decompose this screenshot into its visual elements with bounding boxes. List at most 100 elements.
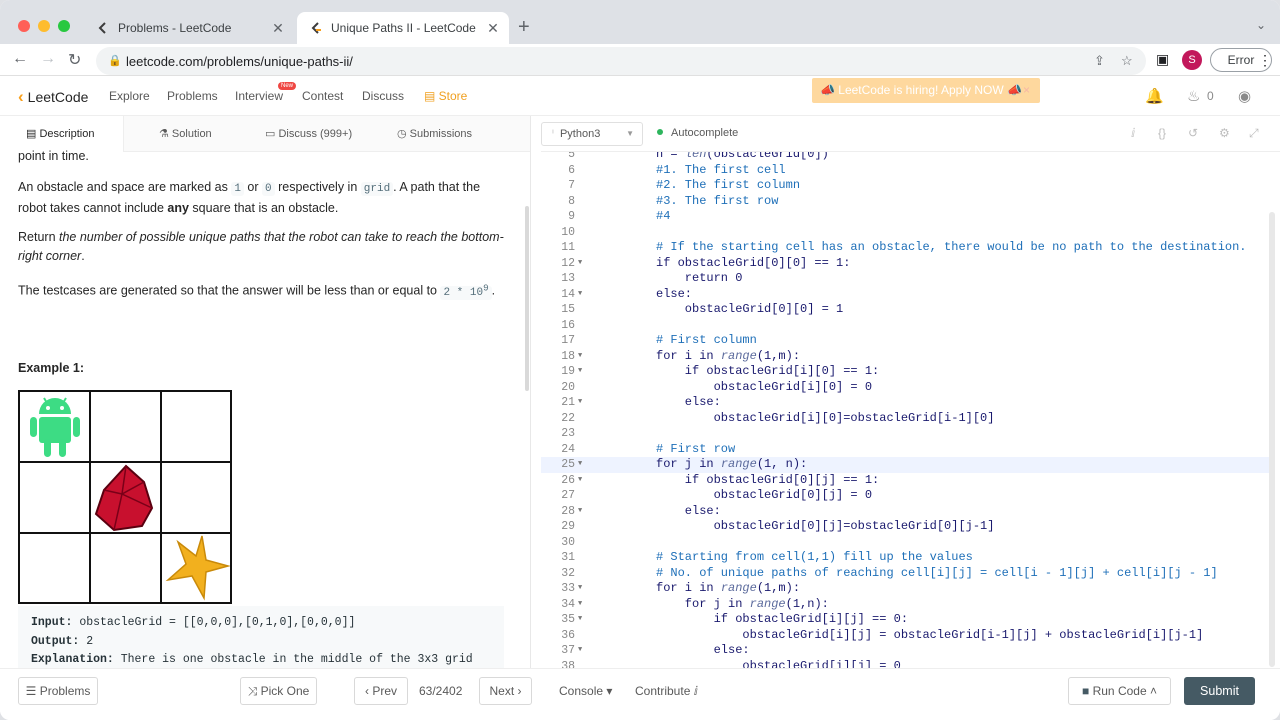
fold-arrow-icon[interactable]: ▼ bbox=[578, 287, 582, 303]
tab-description[interactable]: ▤ Description bbox=[26, 127, 94, 140]
code-text: # First row bbox=[656, 441, 736, 456]
fold-arrow-icon[interactable]: ▼ bbox=[578, 504, 582, 520]
fold-arrow-icon[interactable]: ▼ bbox=[578, 395, 582, 411]
maximize-window-button[interactable] bbox=[58, 20, 70, 32]
tab-label: Description bbox=[39, 128, 95, 140]
description-paragraph: An obstacle and space are marked as 1 or… bbox=[18, 180, 481, 215]
minimize-window-button[interactable] bbox=[38, 20, 50, 32]
fold-arrow-icon[interactable]: ▼ bbox=[578, 364, 582, 380]
code-line: 22 obstacleGrid[i][0]=obstacleGrid[i-1][… bbox=[541, 411, 1271, 427]
fold-arrow-icon[interactable]: ▼ bbox=[578, 581, 582, 597]
forward-arrow-icon[interactable]: → bbox=[40, 50, 56, 68]
fold-arrow-icon[interactable]: ▼ bbox=[578, 349, 582, 365]
bookmark-star-icon[interactable]: ☆ bbox=[1121, 53, 1133, 69]
line-number: 15 bbox=[561, 303, 575, 316]
sidebar-icon[interactable]: ▣ bbox=[1156, 51, 1169, 68]
close-tab-icon[interactable]: ✕ bbox=[483, 20, 503, 37]
code-line: 15 obstacleGrid[0][0] = 1 bbox=[541, 302, 1271, 318]
tab-search-chevron-icon[interactable]: ⌄ bbox=[1256, 18, 1266, 32]
button-label: Next bbox=[489, 684, 515, 698]
info-icon[interactable]: ⅈ bbox=[1131, 126, 1135, 140]
browser-tab-problems[interactable]: Problems - LeetCode ✕ bbox=[84, 12, 294, 44]
problems-list-button[interactable]: ☰ Problems bbox=[18, 677, 98, 705]
code-text: # No. of unique paths of reaching cell[i… bbox=[656, 565, 1218, 580]
settings-gear-icon[interactable]: ⚙ bbox=[1219, 126, 1230, 140]
close-tab-icon[interactable]: ✕ bbox=[268, 20, 288, 37]
code-line: 37 ▼ else: bbox=[541, 643, 1271, 659]
code-line: 9 #4 bbox=[541, 209, 1271, 225]
user-avatar-icon[interactable]: ◉ bbox=[1238, 87, 1251, 105]
console-label: Console bbox=[559, 684, 604, 698]
autocomplete-toggle[interactable]: Autocomplete bbox=[657, 127, 738, 139]
browser-tab-unique-paths[interactable]: Unique Paths II - LeetCode ✕ bbox=[297, 12, 509, 44]
code-text: obstacleGrid[i][j] = obstacleGrid[i-1][j… bbox=[656, 627, 1204, 642]
bottom-action-bar: ☰ Problems ⤨ Pick One ‹ Prev 63/2402 Nex… bbox=[0, 668, 1280, 720]
code-line: 19 ▼ if obstacleGrid[i][0] == 1: bbox=[541, 364, 1271, 380]
fold-arrow-icon[interactable]: ▼ bbox=[578, 473, 582, 489]
prev-button[interactable]: ‹ Prev bbox=[354, 677, 408, 705]
share-icon[interactable]: ⇪ bbox=[1094, 53, 1105, 69]
code-line: 27 obstacleGrid[0][j] = 0 bbox=[541, 488, 1271, 504]
braces-icon[interactable]: {} bbox=[1158, 126, 1166, 140]
code-editor[interactable]: 5 n = len(obstacleGrid[0]) 6 #1. The first … bbox=[541, 152, 1271, 668]
tab-solution[interactable]: ⚗ Solution bbox=[159, 127, 212, 140]
back-arrow-icon[interactable]: ← bbox=[12, 50, 28, 68]
code-text: else: bbox=[656, 503, 721, 518]
code-line: 34 ▼ for j in range(1,n): bbox=[541, 597, 1271, 613]
code-line: 38 obstacleGrid[i][j] = 0 bbox=[541, 659, 1271, 669]
leetcode-logo[interactable]: ‹ LeetCode bbox=[18, 87, 88, 107]
leetcode-favicon-icon bbox=[96, 21, 110, 35]
nav-explore[interactable]: Explore bbox=[109, 89, 150, 103]
fold-arrow-icon[interactable]: ▼ bbox=[578, 643, 582, 659]
grid-line bbox=[160, 392, 162, 602]
description-paragraph: point in time. bbox=[18, 149, 89, 163]
line-number: 37 bbox=[561, 644, 575, 657]
code-text: obstacleGrid[0][j]=obstacleGrid[0][j-1] bbox=[656, 519, 995, 533]
store-icon: ▤ bbox=[424, 89, 439, 103]
description-scrollbar[interactable] bbox=[525, 206, 529, 391]
browser-menu-icon[interactable]: ⋮ bbox=[1258, 52, 1272, 69]
code-line: 32 # No. of unique paths of reaching cell… bbox=[541, 566, 1271, 582]
reload-icon[interactable]: ↻ bbox=[68, 50, 81, 70]
fold-arrow-icon[interactable]: ▼ bbox=[578, 457, 582, 473]
contribute-label: Contribute bbox=[635, 684, 691, 698]
nav-contest[interactable]: Contest bbox=[302, 89, 343, 103]
chevron-down-icon: ▼ bbox=[626, 129, 634, 138]
hiring-banner[interactable]: 📣 LeetCode is hiring! Apply NOW 📣 × bbox=[812, 78, 1040, 103]
submit-button[interactable]: Submit bbox=[1184, 677, 1255, 705]
code-text: #2. The first column bbox=[656, 178, 801, 192]
nav-interview[interactable]: Interview bbox=[235, 89, 283, 103]
tab-discuss[interactable]: ▭ Discuss (999+) bbox=[265, 127, 352, 140]
reset-icon[interactable]: ↺ bbox=[1188, 126, 1198, 140]
tab-label: Solution bbox=[171, 128, 212, 140]
new-tab-icon[interactable]: + bbox=[518, 16, 530, 39]
fullscreen-icon[interactable]: ⤢ bbox=[1249, 126, 1259, 141]
profile-avatar[interactable]: S bbox=[1182, 50, 1202, 70]
run-code-button[interactable]: ■ Run Code ˄ bbox=[1068, 677, 1171, 705]
nav-store[interactable]: ▤ Store bbox=[424, 89, 467, 103]
example-heading: Example 1: bbox=[18, 361, 85, 375]
address-bar[interactable]: 🔒 leetcode.com/problems/unique-paths-ii/… bbox=[96, 47, 1146, 75]
line-number: 23 bbox=[561, 427, 575, 440]
fold-arrow-icon[interactable]: ▼ bbox=[578, 256, 582, 272]
nav-discuss[interactable]: Discuss bbox=[362, 89, 404, 103]
console-toggle[interactable]: Console ▾ bbox=[559, 684, 612, 698]
nav-problems[interactable]: Problems bbox=[167, 89, 218, 103]
close-window-button[interactable] bbox=[18, 20, 30, 32]
pick-one-button[interactable]: ⤨ Pick One bbox=[240, 677, 317, 705]
button-label: Problems bbox=[39, 684, 91, 698]
fold-arrow-icon[interactable]: ▼ bbox=[578, 612, 582, 628]
streak-flame-icon[interactable]: ♨ bbox=[1187, 87, 1200, 105]
code-text: if obstacleGrid[i][j] == 0: bbox=[656, 612, 909, 626]
editor-scrollbar[interactable] bbox=[1269, 212, 1275, 667]
close-banner-icon[interactable]: × bbox=[1023, 78, 1030, 103]
code-line: 26 ▼ if obstacleGrid[0][j] == 1: bbox=[541, 473, 1271, 489]
fold-arrow-icon[interactable]: ▼ bbox=[578, 597, 582, 613]
line-number: 25 bbox=[561, 458, 575, 471]
notification-bell-icon[interactable]: 🔔 bbox=[1145, 87, 1164, 105]
contribute-link[interactable]: Contribute ⅈ bbox=[635, 684, 698, 698]
tab-submissions[interactable]: ◷ Submissions bbox=[397, 127, 472, 140]
language-select[interactable]: ⁱ Python3 ▼ bbox=[541, 122, 643, 146]
next-button[interactable]: Next › bbox=[479, 677, 532, 705]
code-text: if obstacleGrid[0][0] == 1: bbox=[656, 255, 851, 270]
